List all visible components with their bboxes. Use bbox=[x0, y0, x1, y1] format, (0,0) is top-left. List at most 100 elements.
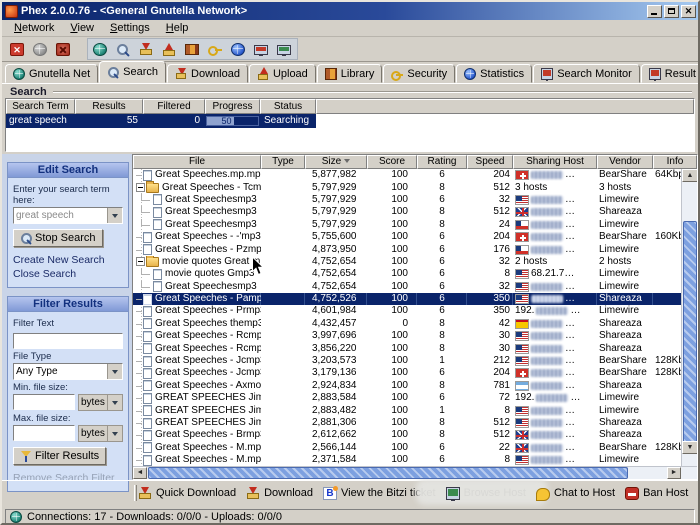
toolbar-button-gnutella-net-globe[interactable] bbox=[89, 39, 111, 59]
table-row[interactable]: Great Speeches - M.mp32,371,58410068…Lim… bbox=[133, 454, 697, 466]
toolbar-button-search-monitor[interactable] bbox=[250, 39, 272, 59]
table-row[interactable]: Great Speeches - Axmov2,924,8341008781…S… bbox=[133, 380, 697, 392]
scroll-left-button[interactable]: ◄ bbox=[133, 467, 147, 479]
vertical-scrollbar[interactable]: ▲ ▼ bbox=[681, 169, 697, 467]
table-row[interactable]: Great Speeches - Rcmp33,856,220100830…Sh… bbox=[133, 342, 697, 354]
summary-column-header-search-term[interactable]: Search Term bbox=[6, 99, 75, 114]
action-quick-download-button[interactable]: Quick Download bbox=[138, 487, 236, 500]
action-ban-button[interactable]: Ban Host bbox=[625, 487, 688, 500]
horizontal-scroll-thumb[interactable] bbox=[148, 467, 628, 479]
table-row[interactable]: Great Speeches themp34,432,4570842…Share… bbox=[133, 318, 697, 330]
file-type-dropdown-button[interactable] bbox=[107, 364, 122, 379]
toolbar-button-result-monitor[interactable] bbox=[273, 39, 295, 59]
search-term-combobox[interactable]: great speech bbox=[13, 207, 123, 224]
table-row[interactable]: Great Speeches - Jcmp33,179,1361006204…B… bbox=[133, 367, 697, 379]
summary-row-selected[interactable]: great speech 55 0 50 Searching bbox=[6, 114, 316, 128]
tab-download[interactable]: Download bbox=[167, 64, 248, 83]
max-unit-dropdown-button[interactable] bbox=[107, 426, 122, 441]
summary-column-header-progress[interactable]: Progress bbox=[205, 99, 260, 114]
tab-upload[interactable]: Upload bbox=[249, 64, 316, 83]
tree-expander-collapse[interactable] bbox=[136, 183, 145, 192]
toolbar-button-security-key[interactable] bbox=[204, 39, 226, 59]
tab-gnutella-net[interactable]: Gnutella Net bbox=[5, 64, 98, 83]
table-row[interactable]: Great Speeches - Tcmp35,797,92910085123 … bbox=[133, 181, 697, 193]
action-download-button[interactable]: Download bbox=[246, 487, 313, 500]
table-row[interactable]: Great Speeches - M.mp32,566,144100622…Be… bbox=[133, 442, 697, 454]
country-flag-ch-icon bbox=[515, 170, 529, 180]
table-row[interactable]: Great Speeches - Pamp34,752,5261006350…S… bbox=[133, 293, 697, 305]
maximize-button[interactable] bbox=[664, 5, 679, 18]
table-row[interactable]: Great Speeches - Jcmp33,203,5731001212…B… bbox=[133, 355, 697, 367]
scroll-up-button[interactable]: ▲ bbox=[682, 169, 698, 182]
table-row[interactable]: Great Speeches.mp.mp35,877,9821006204…Be… bbox=[133, 169, 697, 181]
results-column-header-type[interactable]: Type bbox=[261, 155, 305, 169]
toolbar-button-search-magnifier[interactable] bbox=[112, 39, 134, 59]
toolbar-button-upload[interactable] bbox=[158, 39, 180, 59]
tab-library[interactable]: Library bbox=[317, 64, 383, 83]
table-row[interactable]: Great Speeches - Pzmp34,873,9501006176…L… bbox=[133, 243, 697, 255]
globe-blue-icon bbox=[464, 68, 476, 80]
scroll-right-button[interactable]: ► bbox=[667, 467, 681, 479]
results-column-header-vendor[interactable]: Vendor bbox=[597, 155, 653, 169]
table-row[interactable]: Great Speeches - Rcmp33,997,696100830…Sh… bbox=[133, 330, 697, 342]
min-size-unit-select[interactable]: bytes bbox=[78, 394, 123, 411]
close-search-link[interactable]: Close Search bbox=[13, 268, 123, 280]
tree-expander-collapse[interactable] bbox=[136, 257, 145, 266]
menu-item-help[interactable]: Help bbox=[158, 21, 197, 35]
menu-item-view[interactable]: View bbox=[62, 21, 102, 35]
results-column-header-rating[interactable]: Rating bbox=[417, 155, 467, 169]
table-row[interactable]: movie quotes Great mp34,752,6541006322 h… bbox=[133, 256, 697, 268]
tab-result-monitor[interactable]: Result Monitor bbox=[641, 64, 700, 83]
tab-search[interactable]: Search bbox=[99, 61, 166, 83]
toolbar-button-connect-disabled-globe[interactable] bbox=[29, 39, 51, 59]
toolbar-button-download[interactable] bbox=[135, 39, 157, 59]
horizontal-scrollbar[interactable]: ◄ ► bbox=[133, 466, 697, 479]
toolbar-button-statistics-globe[interactable] bbox=[227, 39, 249, 59]
close-button[interactable] bbox=[681, 5, 696, 18]
max-size-input[interactable] bbox=[13, 425, 75, 441]
table-row[interactable]: Great Speechesmp34,752,654100632…Limewir… bbox=[133, 281, 697, 293]
filter-text-input[interactable] bbox=[13, 333, 123, 349]
scroll-down-button[interactable]: ▼ bbox=[682, 441, 698, 454]
toolbar-button-exit[interactable] bbox=[6, 39, 28, 59]
file-type-select[interactable]: Any Type bbox=[13, 363, 123, 380]
menu-item-settings[interactable]: Settings bbox=[102, 21, 158, 35]
results-column-header-sharing-host[interactable]: Sharing Host bbox=[513, 155, 597, 169]
results-column-header-info[interactable]: Info bbox=[653, 155, 697, 169]
table-row[interactable]: Great Speechesmp35,797,929100632…Limewir… bbox=[133, 194, 697, 206]
table-row[interactable]: Great Speeches - Brmp32,612,6621008512…S… bbox=[133, 429, 697, 441]
menu-item-network[interactable]: Network bbox=[6, 21, 62, 35]
table-row[interactable]: Great Speeches - -'mp35,755,6001006204…B… bbox=[133, 231, 697, 243]
toolbar-button-network-disconnect[interactable] bbox=[52, 39, 74, 59]
table-row[interactable]: Great Speechesmp35,797,9291008512…Sharea… bbox=[133, 206, 697, 218]
min-size-input[interactable] bbox=[13, 394, 75, 410]
search-term-dropdown-button[interactable] bbox=[107, 208, 122, 223]
toolbar-button-library-books[interactable] bbox=[181, 39, 203, 59]
score-cell: 100 bbox=[367, 268, 417, 280]
tab-search-monitor[interactable]: Search Monitor bbox=[533, 64, 640, 83]
table-row[interactable]: movie quotes Gmp34,752,6541006868.21.7…L… bbox=[133, 268, 697, 280]
table-row[interactable]: Great Speeches - Prmp34,601,984100635019… bbox=[133, 305, 697, 317]
min-unit-dropdown-button[interactable] bbox=[107, 395, 122, 410]
summary-column-header-results[interactable]: Results bbox=[75, 99, 143, 114]
summary-column-header-filtered[interactable]: Filtered bbox=[143, 99, 205, 114]
results-column-header-size[interactable]: Size bbox=[305, 155, 367, 169]
minimize-button[interactable] bbox=[647, 5, 662, 18]
results-column-header-file[interactable]: File bbox=[133, 155, 261, 169]
toolbar-grip[interactable] bbox=[134, 485, 137, 501]
tab-statistics[interactable]: Statistics bbox=[456, 64, 532, 83]
max-size-unit-select[interactable]: bytes bbox=[78, 425, 123, 442]
create-new-search-link[interactable]: Create New Search bbox=[13, 254, 123, 266]
results-column-header-score[interactable]: Score bbox=[367, 155, 417, 169]
summary-column-header-status[interactable]: Status bbox=[260, 99, 316, 114]
results-column-header-speed[interactable]: Speed bbox=[467, 155, 513, 169]
filter-results-button[interactable]: Filter Results bbox=[13, 447, 106, 465]
table-row[interactable]: GREAT SPEECHES Jimp32,883,48210018…Limew… bbox=[133, 404, 697, 416]
table-row[interactable]: GREAT SPEECHES Jimp32,881,3061008512…Sha… bbox=[133, 417, 697, 429]
table-row[interactable]: GREAT SPEECHES Jimp32,883,584100672192.…… bbox=[133, 392, 697, 404]
title-bar[interactable]: Phex 2.0.0.76 - <General Gnutella Networ… bbox=[2, 2, 698, 20]
vertical-scroll-thumb[interactable] bbox=[683, 221, 697, 451]
stop-search-button[interactable]: Stop Search bbox=[13, 229, 103, 247]
tab-security[interactable]: Security bbox=[383, 64, 455, 83]
table-row[interactable]: Great Speechesmp35,797,929100824…Limewir… bbox=[133, 219, 697, 231]
